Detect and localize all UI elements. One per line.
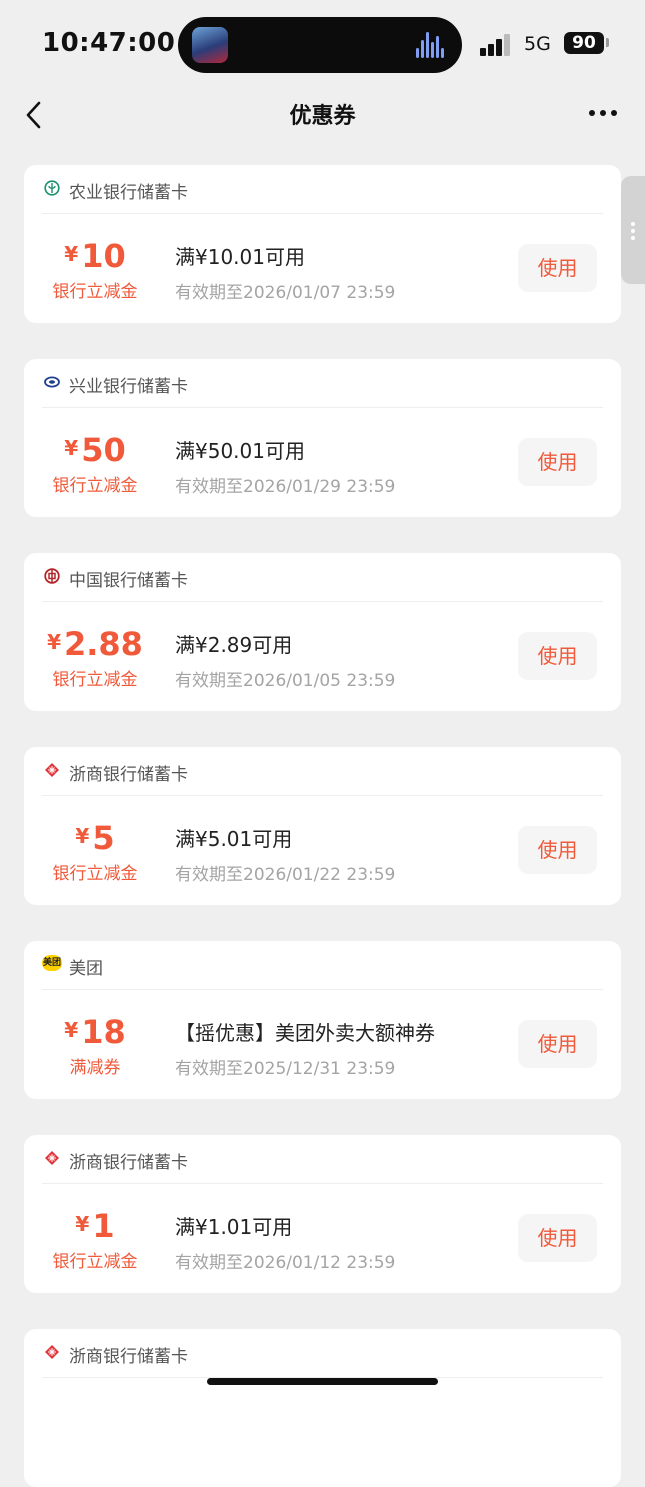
battery-icon: 90 xyxy=(564,32,604,54)
coupon-condition: 【摇优惠】美团外卖大额神券 xyxy=(175,1021,435,1045)
use-button[interactable]: 使用 xyxy=(518,826,597,874)
use-button[interactable]: 使用 xyxy=(518,1020,597,1068)
audio-wave-icon xyxy=(416,32,446,58)
album-art-icon xyxy=(192,27,228,63)
coupon-amount: ¥2.88 xyxy=(24,625,166,663)
more-dot-icon xyxy=(600,110,606,116)
coupon-issuer: 浙商银行储蓄卡 xyxy=(69,765,188,785)
coupon-amount: ¥1 xyxy=(24,1207,166,1245)
coupon-expiry: 有效期至2026/01/07 23:59 xyxy=(175,283,396,303)
coupon-header: 兴业银行储蓄卡 xyxy=(42,359,603,408)
floating-side-handle[interactable] xyxy=(621,176,645,284)
currency-symbol: ¥ xyxy=(47,630,61,654)
czb-bank-icon xyxy=(44,762,60,778)
coupon-type-label: 银行立减金 xyxy=(52,282,138,302)
currency-symbol: ¥ xyxy=(75,1212,90,1236)
use-button[interactable]: 使用 xyxy=(518,632,597,680)
coupon-header: 浙商银行储蓄卡 xyxy=(42,747,603,796)
coupon-amount: ¥5 xyxy=(24,819,166,857)
coupon-card[interactable]: 浙商银行储蓄卡 xyxy=(24,1329,621,1487)
coupon-amount: ¥50 xyxy=(24,431,166,469)
status-bar: 10:47:00 5G 90 xyxy=(0,0,645,90)
coupon-expiry: 有效期至2026/01/29 23:59 xyxy=(175,477,396,497)
home-indicator[interactable] xyxy=(207,1378,438,1385)
coupon-card[interactable]: 农业银行储蓄卡 ¥10 银行立减金 满¥10.01可用有效期至2026/01/07 2… xyxy=(24,165,621,323)
coupon-type-label: 银行立减金 xyxy=(52,864,138,884)
currency-symbol: ¥ xyxy=(64,242,79,266)
meituan-icon: 美团 xyxy=(42,955,62,972)
currency-symbol: ¥ xyxy=(64,1018,79,1042)
page-title: 优惠券 xyxy=(289,104,356,129)
coupon-condition: 满¥10.01可用 xyxy=(175,245,305,269)
coupon-expiry: 有效期至2025/12/31 23:59 xyxy=(175,1059,396,1079)
currency-symbol: ¥ xyxy=(64,436,79,460)
coupon-condition: 满¥2.89可用 xyxy=(175,633,293,657)
cib-bank-icon xyxy=(44,374,60,390)
coupon-amount: ¥18 xyxy=(24,1013,166,1051)
network-label: 5G xyxy=(524,33,551,55)
coupon-issuer: 中国银行储蓄卡 xyxy=(69,571,188,591)
coupon-expiry: 有效期至2026/01/12 23:59 xyxy=(175,1253,396,1273)
battery-tip xyxy=(606,38,609,47)
coupon-header: 美团 美团 xyxy=(42,941,603,990)
coupon-issuer: 美团 xyxy=(69,959,103,979)
nav-bar: 优惠券 xyxy=(0,90,645,140)
coupon-issuer: 浙商银行储蓄卡 xyxy=(69,1153,188,1173)
coupon-expiry: 有效期至2026/01/05 23:59 xyxy=(175,671,396,691)
coupon-amount-value: 2.88 xyxy=(63,625,143,663)
use-button[interactable]: 使用 xyxy=(518,1214,597,1262)
coupon-header: 中国银行储蓄卡 xyxy=(42,553,603,602)
coupon-type-label: 银行立减金 xyxy=(52,1252,138,1272)
status-time: 10:47:00 xyxy=(42,28,176,58)
coupon-type-label: 满减券 xyxy=(69,1058,121,1078)
signal-icon xyxy=(480,34,516,56)
boc-bank-icon xyxy=(44,568,60,584)
coupon-type-label: 银行立减金 xyxy=(52,476,138,496)
coupon-condition: 满¥50.01可用 xyxy=(175,439,305,463)
czb-bank-icon xyxy=(44,1344,60,1360)
coupon-issuer: 兴业银行储蓄卡 xyxy=(69,377,188,397)
coupon-card[interactable]: 浙商银行储蓄卡 ¥1 银行立减金 满¥1.01可用有效期至2026/01/12 23:… xyxy=(24,1135,621,1293)
coupon-card[interactable]: 中国银行储蓄卡 ¥2.88 银行立减金 满¥2.89可用有效期至2026/01/05 … xyxy=(24,553,621,711)
more-dot-icon xyxy=(611,110,617,116)
coupon-condition: 满¥5.01可用 xyxy=(175,827,293,851)
coupon-header: 浙商银行储蓄卡 xyxy=(42,1135,603,1184)
currency-symbol: ¥ xyxy=(75,824,90,848)
coupon-type-label: 银行立减金 xyxy=(52,670,138,690)
coupon-expiry: 有效期至2026/01/22 23:59 xyxy=(175,865,396,885)
use-button[interactable]: 使用 xyxy=(518,244,597,292)
coupon-amount-value: 50 xyxy=(81,431,126,469)
dynamic-island[interactable] xyxy=(178,17,462,73)
meituan-logo-text: 美团 xyxy=(42,955,62,971)
coupon-card[interactable]: 浙商银行储蓄卡 ¥5 银行立减金 满¥5.01可用有效期至2026/01/22 23:… xyxy=(24,747,621,905)
coupon-card[interactable]: 兴业银行储蓄卡 ¥50 银行立减金 满¥50.01可用有效期至2026/01/29 2… xyxy=(24,359,621,517)
coupon-condition: 满¥1.01可用 xyxy=(175,1215,293,1239)
coupon-issuer: 浙商银行储蓄卡 xyxy=(69,1347,188,1367)
more-button[interactable] xyxy=(589,110,619,118)
coupon-amount-value: 18 xyxy=(81,1013,126,1051)
coupon-amount: ¥10 xyxy=(24,237,166,275)
more-dot-icon xyxy=(589,110,595,116)
czb-bank-icon xyxy=(44,1150,60,1166)
use-button[interactable]: 使用 xyxy=(518,438,597,486)
coupon-header: 农业银行储蓄卡 xyxy=(42,165,603,214)
coupon-card[interactable]: 美团 美团 ¥18 满减券 【摇优惠】美团外卖大额神券有效期至2025/12/31 23… xyxy=(24,941,621,1099)
coupon-amount-value: 1 xyxy=(92,1207,115,1245)
coupon-amount-value: 10 xyxy=(81,237,126,275)
coupon-header: 浙商银行储蓄卡 xyxy=(42,1329,603,1378)
coupon-issuer: 农业银行储蓄卡 xyxy=(69,183,188,203)
abc-bank-icon xyxy=(44,180,60,196)
coupon-amount-value: 5 xyxy=(92,819,115,857)
